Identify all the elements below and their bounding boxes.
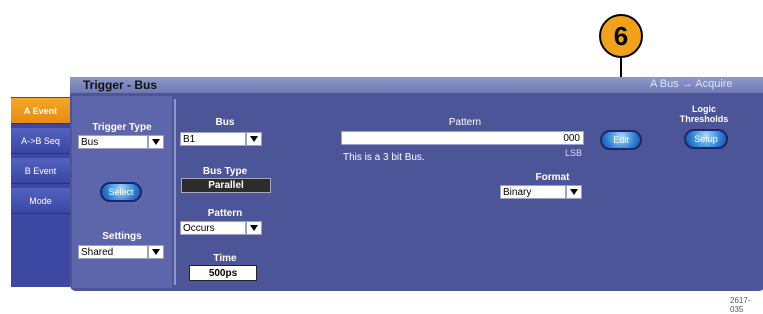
settings-select[interactable]: Shared <box>78 245 148 259</box>
chevron-down-icon[interactable] <box>566 185 582 199</box>
chevron-down-icon[interactable] <box>148 245 164 259</box>
column-divider <box>174 99 176 285</box>
acquire-status: A Bus → Acquire <box>650 78 733 90</box>
format-label: Format <box>535 172 570 183</box>
bus-type-label: Bus Type <box>202 166 248 177</box>
figure-number: 2617-035 <box>730 296 751 314</box>
bus-label: Bus <box>215 117 235 128</box>
edit-button[interactable]: Edit <box>600 130 642 150</box>
pattern-label: Pattern <box>448 117 482 128</box>
setup-button[interactable]: Setup <box>684 129 728 149</box>
tab-a-event[interactable]: A Event <box>11 98 70 124</box>
bus-type-value: Parallel <box>181 178 271 193</box>
logic-label: Logic <box>692 104 716 114</box>
trigger-type-label: Trigger Type <box>92 122 152 133</box>
settings-label: Settings <box>102 231 142 242</box>
tab-b-event[interactable]: B Event <box>11 158 70 184</box>
lsb-label: LSB <box>565 148 583 158</box>
pattern-input[interactable]: 000 <box>341 131 584 145</box>
chevron-down-icon[interactable] <box>148 135 164 149</box>
select-button[interactable]: Select <box>100 182 142 202</box>
bus-select[interactable]: B1 <box>180 132 246 146</box>
tab-a-b-seq[interactable]: A->B Seq <box>11 128 70 154</box>
pattern-mode-label: Pattern <box>207 208 243 219</box>
chevron-down-icon[interactable] <box>246 221 262 235</box>
tab-mode[interactable]: Mode <box>11 188 70 214</box>
time-label: Time <box>213 253 237 264</box>
window-title: Trigger - Bus <box>83 78 158 92</box>
bus-info-text: This is a 3 bit Bus. <box>343 152 425 163</box>
pattern-mode-select[interactable]: Occurs <box>180 221 246 235</box>
trigger-type-select[interactable]: Bus <box>78 135 148 149</box>
format-select[interactable]: Binary <box>500 185 566 199</box>
time-value[interactable]: 500ps <box>189 265 257 281</box>
callout-number: 6 <box>599 14 643 58</box>
thresholds-label: Thresholds <box>679 114 729 124</box>
chevron-down-icon[interactable] <box>246 132 262 146</box>
